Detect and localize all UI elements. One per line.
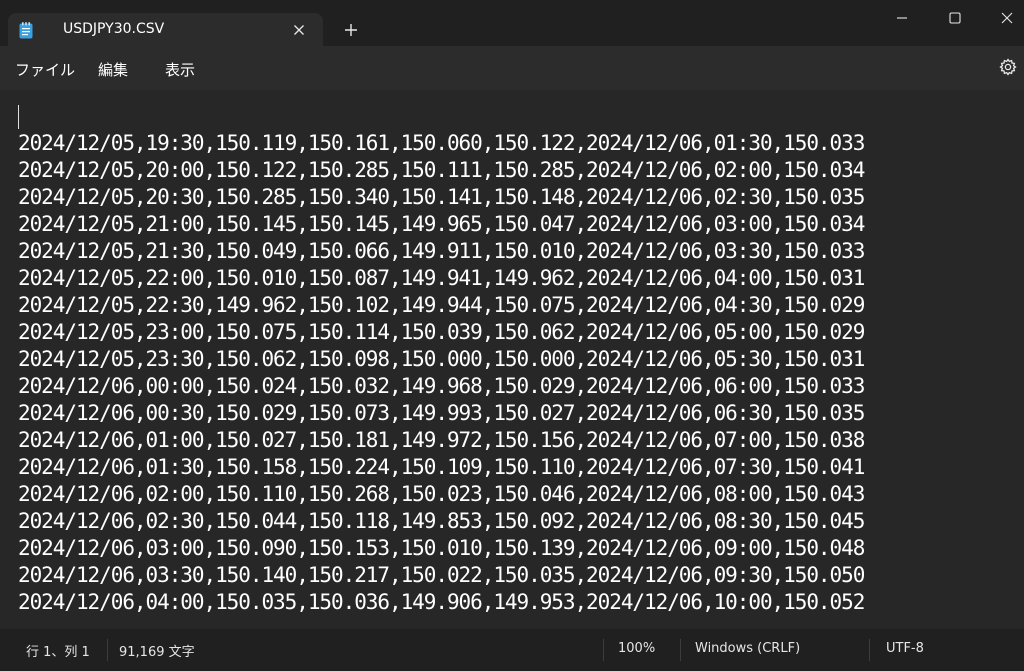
close-tab-icon[interactable] <box>289 20 309 40</box>
editor-line: 2024/12/06,04:00,150.035,150.036,149.906… <box>18 590 865 614</box>
cursor-position[interactable]: 行 1、列 1 <box>26 641 90 660</box>
editor-line: 2024/12/06,02:30,150.044,150.118,149.853… <box>18 509 865 533</box>
encoding[interactable]: UTF-8 <box>886 641 924 656</box>
text-editor[interactable]: 2024/12/05,19:30,150.119,150.161,150.060… <box>0 90 1024 629</box>
menu-file[interactable]: ファイル <box>15 59 75 80</box>
editor-lines: 2024/12/05,19:30,150.119,150.161,150.060… <box>18 130 865 616</box>
status-divider <box>869 639 870 661</box>
maximize-icon[interactable] <box>943 6 967 30</box>
editor-line: 2024/12/05,20:30,150.285,150.340,150.141… <box>18 185 865 209</box>
status-divider <box>107 639 108 661</box>
tab-usdjpy30[interactable]: USDJPY30.CSV <box>8 13 323 46</box>
notepad-window: USDJPY30.CSV ファイル 編集 表示 2024/12/05,19:30… <box>0 0 1024 671</box>
editor-line: 2024/12/06,03:00,150.090,150.153,150.010… <box>18 536 865 560</box>
menu-edit[interactable]: 編集 <box>98 59 128 80</box>
editor-line: 2024/12/05,21:30,150.049,150.066,149.911… <box>18 239 865 263</box>
editor-line: 2024/12/06,01:30,150.158,150.224,150.109… <box>18 455 865 479</box>
tab-title: USDJPY30.CSV <box>63 21 165 37</box>
editor-line: 2024/12/06,00:00,150.024,150.032,149.968… <box>18 374 865 398</box>
zoom-level[interactable]: 100% <box>618 641 655 656</box>
menu-bar: ファイル 編集 表示 <box>0 46 1024 90</box>
status-divider <box>680 639 681 661</box>
editor-line: 2024/12/05,22:00,150.010,150.087,149.941… <box>18 266 865 290</box>
editor-line: 2024/12/05,20:00,150.122,150.285,150.111… <box>18 158 865 182</box>
editor-line: 2024/12/05,23:00,150.075,150.114,150.039… <box>18 320 865 344</box>
new-tab-button[interactable] <box>340 19 362 41</box>
gear-icon[interactable] <box>997 56 1019 78</box>
editor-line: 2024/12/06,00:30,150.029,150.073,149.993… <box>18 401 865 425</box>
editor-line: 2024/12/06,02:00,150.110,150.268,150.023… <box>18 482 865 506</box>
editor-line: 2024/12/05,23:30,150.062,150.098,150.000… <box>18 347 865 371</box>
title-bar[interactable]: USDJPY30.CSV <box>0 0 1024 46</box>
editor-line: 2024/12/06,03:30,150.140,150.217,150.022… <box>18 563 865 587</box>
menu-view[interactable]: 表示 <box>165 59 195 80</box>
minimize-icon[interactable] <box>890 6 914 30</box>
editor-line: 2024/12/05,19:30,150.119,150.161,150.060… <box>18 131 865 155</box>
editor-line: 2024/12/05,21:00,150.145,150.145,149.965… <box>18 212 865 236</box>
notepad-icon <box>19 22 33 39</box>
editor-line: 2024/12/05,22:30,149.962,150.102,149.944… <box>18 293 865 317</box>
line-ending[interactable]: Windows (CRLF) <box>695 641 800 656</box>
status-divider <box>603 639 604 661</box>
status-bar: 行 1、列 1 91,169 文字 100% Windows (CRLF) UT… <box>0 629 1024 671</box>
text-caret <box>18 105 19 129</box>
close-icon[interactable] <box>995 6 1019 30</box>
character-count: 91,169 文字 <box>119 645 195 660</box>
editor-line: 2024/12/06,01:00,150.027,150.181,149.972… <box>18 428 865 452</box>
